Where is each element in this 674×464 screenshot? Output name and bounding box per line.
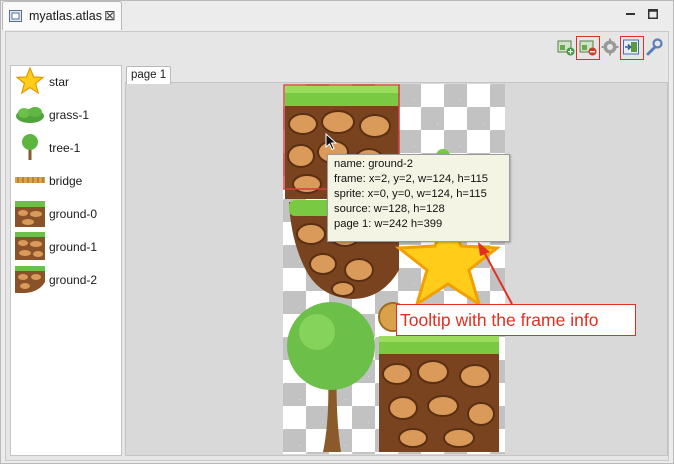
bridge-icon — [15, 177, 45, 183]
list-item-grass-1[interactable]: grass-1 — [15, 99, 119, 129]
grass-icon — [16, 107, 44, 123]
list-item-tree-1[interactable]: tree-1 — [15, 132, 119, 162]
list-item-label: grass-1 — [49, 108, 90, 122]
ground-icon — [15, 201, 45, 227]
sprite-list: star grass-1 tree-1 bridge ground-0 grou… — [10, 65, 122, 456]
tooltip-line: frame: x=2, y=2, w=124, h=115 — [334, 173, 489, 185]
remove-image-icon[interactable] — [579, 38, 597, 56]
editor-tab-title: myatlas.atlas — [29, 9, 102, 23]
tooltip-line: page 1: w=242 h=399 — [334, 218, 443, 230]
close-tab-icon[interactable]: ⊠ — [104, 7, 116, 24]
wrench-icon[interactable] — [645, 38, 663, 56]
frame-info-tooltip: name: ground-2 frame: x=2, y=2, w=124, h… — [327, 154, 510, 242]
list-item-ground-2[interactable]: ground-2 — [15, 264, 119, 294]
tooltip-line: name: ground-2 — [334, 158, 413, 170]
list-item-label: star — [49, 75, 70, 89]
star-icon — [15, 66, 45, 95]
annotation-arrow — [478, 242, 513, 305]
mouse-cursor-icon — [325, 133, 337, 151]
ground-icon — [15, 266, 45, 293]
annotation-callout: Tooltip with the frame info — [396, 304, 636, 336]
tooltip-line: sprite: x=0, y=0, w=124, h=115 — [334, 188, 487, 200]
list-item-label: bridge — [49, 174, 83, 188]
list-item-ground-0[interactable]: ground-0 — [15, 198, 119, 228]
ground-icon — [15, 232, 45, 260]
tree-icon — [22, 134, 38, 160]
list-item-label: tree-1 — [49, 141, 81, 155]
list-item-label: ground-1 — [49, 240, 98, 254]
tab-page-1-label: page 1 — [131, 69, 167, 81]
list-item-label: ground-0 — [49, 207, 98, 221]
atlas-file-icon — [9, 10, 22, 22]
list-item-bridge[interactable]: bridge — [15, 165, 119, 195]
gear-icon[interactable] — [601, 38, 619, 56]
maximize-icon[interactable] — [648, 9, 658, 19]
tab-page-1[interactable]: page 1 — [126, 66, 171, 84]
list-item-label: ground-2 — [49, 273, 98, 287]
annotation-text: Tooltip with the frame info — [400, 310, 599, 330]
editor-tab[interactable]: myatlas.atlas ⊠ — [2, 1, 122, 30]
minimize-icon[interactable] — [626, 9, 636, 19]
add-image-icon[interactable] — [557, 38, 575, 56]
tooltip-line: source: w=128, h=128 — [334, 203, 445, 215]
list-item-ground-1[interactable]: ground-1 — [15, 231, 119, 261]
sprite-ground-0[interactable] — [379, 336, 499, 452]
import-icon[interactable] — [622, 38, 640, 56]
list-item-star[interactable]: star — [15, 66, 119, 96]
sprite-tree-1[interactable] — [287, 302, 375, 452]
